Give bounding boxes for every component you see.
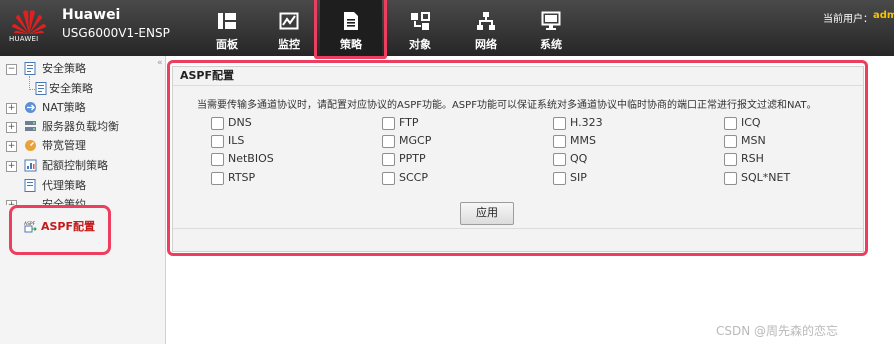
sidebar-item-quota-control-policy[interactable]: + 配额控制策略	[6, 157, 156, 175]
policy-doc-icon	[35, 82, 47, 95]
logo-text: HUAWEI	[9, 35, 39, 43]
object-icon	[411, 12, 430, 30]
sidebar-item-bandwidth-management[interactable]: + 带宽管理	[6, 137, 156, 155]
nav-network[interactable]: 网络	[455, 0, 517, 56]
dashboard-icon	[218, 13, 236, 29]
sidebar-item-nat-policy[interactable]: + NAT策略	[6, 99, 156, 117]
nav-label: 系统	[540, 38, 562, 51]
current-user-name[interactable]: adm	[873, 10, 894, 21]
server-icon	[25, 121, 36, 131]
sidebar-item-label: 配额控制策略	[42, 159, 108, 172]
sidebar-item-security-protection[interactable]: + 安全策约	[6, 196, 156, 205]
current-user-label: 当前用户：	[823, 14, 873, 25]
highlight-box-policy-tab	[314, 0, 387, 59]
nav-dashboard[interactable]: 面板	[196, 0, 258, 56]
nav-label: 对象	[409, 38, 431, 51]
sidebar-item-label: NAT策略	[42, 101, 86, 114]
expand-icon[interactable]: +	[6, 141, 17, 152]
sidebar-item-server-load-balancing[interactable]: + 服务器负载均衡	[6, 118, 156, 136]
expand-icon[interactable]: +	[6, 103, 17, 114]
network-icon	[477, 12, 495, 30]
sidebar-collapse-icon[interactable]: «	[157, 58, 163, 68]
monitor-chart-icon	[279, 12, 299, 30]
sidebar-item-label: 安全策略	[49, 82, 93, 95]
sidebar-item-proxy-policy[interactable]: 代理策略	[6, 177, 156, 195]
nat-icon	[25, 102, 36, 113]
nav-monitor[interactable]: 监控	[258, 0, 320, 56]
huawei-logo-icon	[12, 10, 46, 34]
bandwidth-icon	[25, 140, 36, 151]
nav-label: 网络	[475, 38, 497, 51]
nav-label: 监控	[278, 38, 300, 51]
sidebar-item-label: 安全策约	[42, 198, 86, 205]
nav-object[interactable]: 对象	[389, 0, 451, 56]
sidebar-item-security-policy[interactable]: − 安全策略	[6, 60, 156, 78]
system-monitor-icon	[541, 11, 561, 30]
nav-system[interactable]: 系统	[520, 0, 582, 56]
device-model: USG6000V1-ENSP	[62, 26, 170, 40]
expand-icon[interactable]: +	[6, 122, 17, 133]
highlight-box-aspf-item	[9, 205, 111, 255]
sidebar-item-label: 带宽管理	[42, 139, 86, 152]
brand-name: Huawei	[62, 7, 121, 23]
policy-doc-icon	[24, 62, 36, 75]
sidebar-item-label: 代理策略	[42, 179, 86, 192]
collapse-icon[interactable]: −	[6, 64, 17, 75]
expand-icon[interactable]: +	[6, 161, 17, 172]
highlight-box-aspf-panel	[167, 60, 868, 256]
proxy-icon	[24, 179, 36, 192]
top-header: HUAWEI Huawei USG6000V1-ENSP 面板 监控 策略 对象…	[0, 0, 894, 56]
watermark: CSDN @周先森的恋忘	[716, 324, 839, 338]
sidebar-item-label: 服务器负载均衡	[42, 120, 119, 133]
quota-icon	[24, 159, 37, 172]
nav-label: 面板	[216, 38, 238, 51]
tree-guide-line	[29, 76, 30, 90]
sidebar-item-label: 安全策略	[42, 62, 86, 75]
sidebar-item-security-policy-child[interactable]: 安全策略	[35, 80, 155, 98]
